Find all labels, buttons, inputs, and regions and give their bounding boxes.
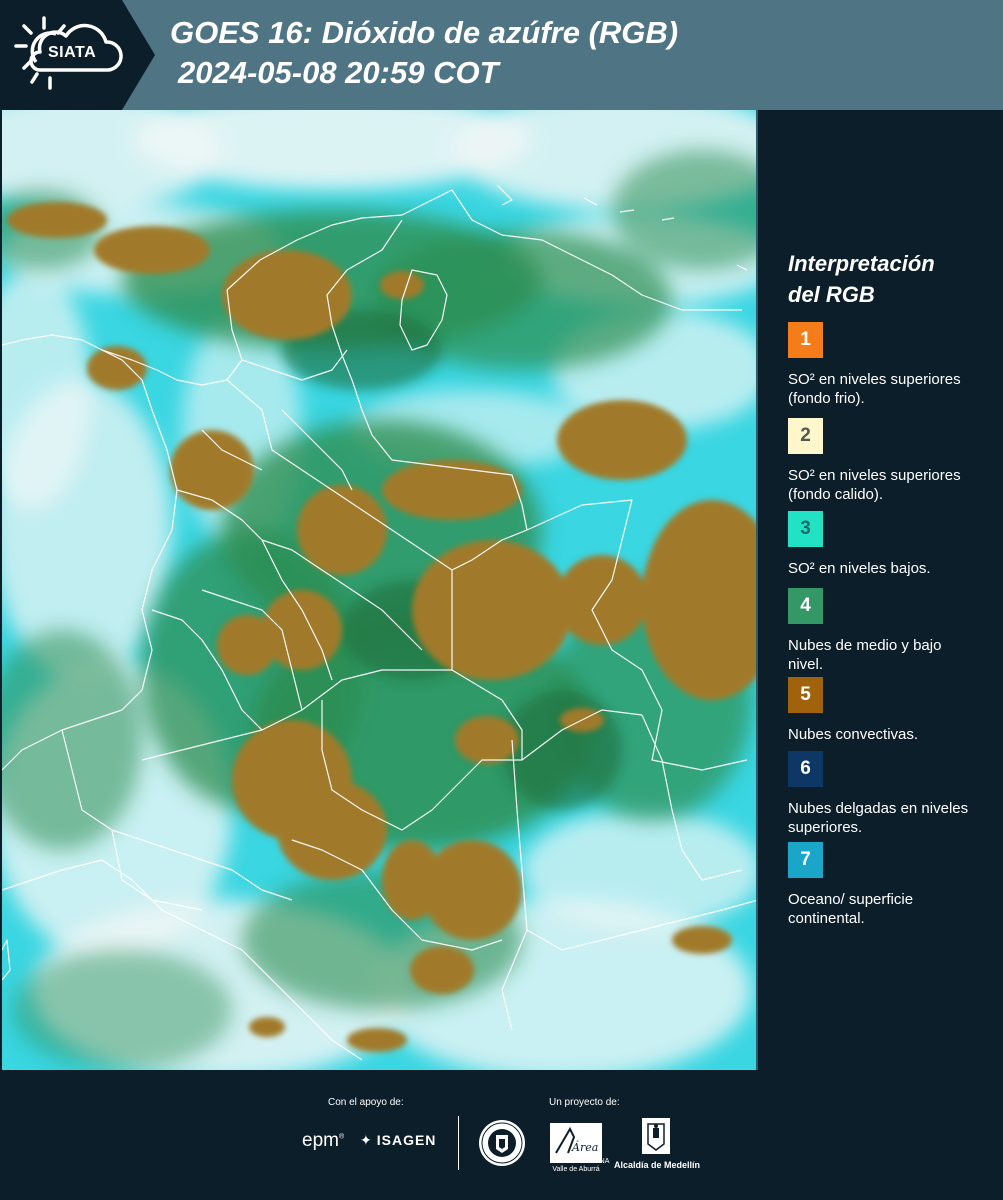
legend-item-5: 5 Nubes convectivas. <box>788 677 988 744</box>
isagen-logo[interactable]: ✦ ISAGEN <box>360 1132 436 1149</box>
footer: Con el apoyo de: Un proyecto de: epm® ✦ I… <box>0 1070 1003 1200</box>
epm-logo[interactable]: epm® <box>302 1130 344 1152</box>
rgb-composite-image <box>2 110 756 1070</box>
alcaldia-shield-icon[interactable] <box>640 1116 672 1156</box>
header: SIATA GOES 16: Dióxido de azúfre (RGB) 2… <box>0 0 1003 110</box>
satellite-map[interactable] <box>2 110 758 1070</box>
legend-item-1: 1 SO² en niveles superiores (fondo frio). <box>788 322 988 408</box>
legend-swatch: 2 <box>788 418 823 454</box>
area-label: METROPOLITANA Valle de Aburrá <box>550 1158 610 1173</box>
legend-text: Nubes de medio y bajo nivel. <box>788 637 942 673</box>
legend-text: Nubes delgadas en niveles superiores. <box>788 800 969 836</box>
project-label: Un proyecto de: <box>549 1097 620 1108</box>
isagen-mark-icon: ✦ <box>360 1132 373 1148</box>
alcaldia-label: Alcaldía de Medellín <box>614 1160 701 1170</box>
page-timestamp: 2024-05-08 20:59 COT <box>178 55 499 90</box>
legend-swatch: 5 <box>788 677 823 713</box>
legend-swatch: 7 <box>788 842 823 878</box>
legend-text: SO² en niveles bajos. <box>788 560 931 577</box>
footer-divider <box>458 1116 459 1170</box>
legend-title: Interpretación del RGB <box>788 251 935 307</box>
legend-swatch: 3 <box>788 511 823 547</box>
legend-text: SO² en niveles superiores (fondo frio). <box>788 371 961 407</box>
svg-text:Área: Área <box>571 1140 598 1154</box>
rgb-legend: Interpretación del RGB <box>788 248 988 322</box>
legend-item-2: 2 SO² en niveles superiores (fondo calido… <box>788 418 988 504</box>
legend-item-4: 4 Nubes de medio y bajo nivel. <box>788 588 988 674</box>
legend-item-6: 6 Nubes delgadas en niveles superiores. <box>788 751 988 837</box>
siata-logo[interactable]: SIATA <box>0 0 155 110</box>
legend-item-3: 3 SO² en niveles bajos. <box>788 511 988 578</box>
legend-swatch: 6 <box>788 751 823 787</box>
legend-text: Nubes convectivas. <box>788 726 919 743</box>
page-title: GOES 16: Dióxido de azúfre (RGB) <box>170 15 679 50</box>
support-label: Con el apoyo de: <box>328 1097 404 1108</box>
legend-text: SO² en niveles superiores (fondo calido)… <box>788 467 961 503</box>
legend-text: Oceano/ superficie continental. <box>788 891 914 927</box>
logo-text: SIATA <box>48 44 97 61</box>
medellin-seal-icon[interactable] <box>478 1119 526 1167</box>
legend-item-7: 7 Oceano/ superficie continental. <box>788 842 988 928</box>
legend-swatch: 1 <box>788 322 823 358</box>
legend-swatch: 4 <box>788 588 823 624</box>
